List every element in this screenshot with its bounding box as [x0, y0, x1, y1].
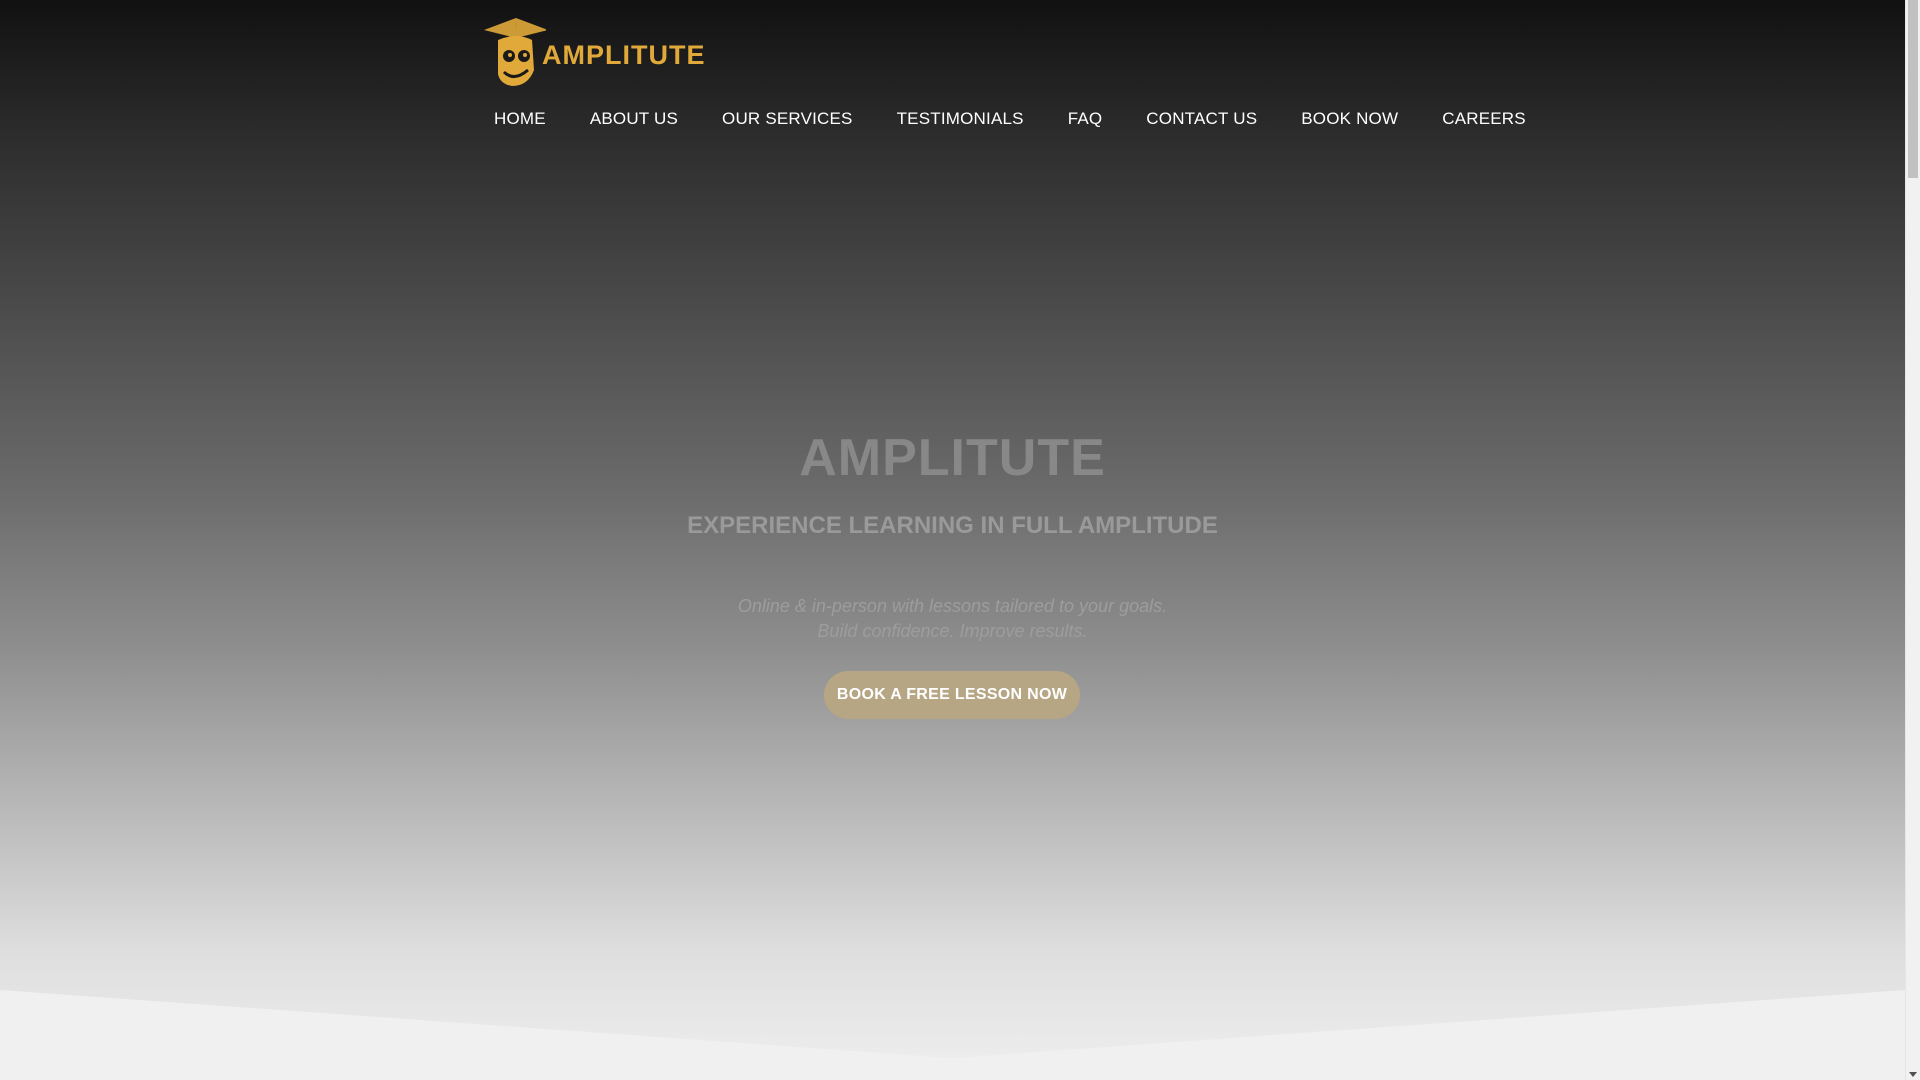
hero-bottom-wave [0, 990, 1905, 1080]
nav-item-contact-us[interactable]: CONTACT US [1124, 109, 1279, 129]
nav-item-about-us[interactable]: ABOUT US [568, 109, 700, 129]
owl-graduation-cap-icon [484, 18, 546, 86]
nav-item-faq[interactable]: FAQ [1046, 109, 1125, 129]
hero-description: Online & in-person with lessons tailored… [0, 594, 1905, 644]
book-free-lesson-button[interactable]: BOOK A FREE LESSON NOW [824, 671, 1080, 719]
nav-item-home[interactable]: HOME [472, 109, 568, 129]
main-navigation: HOME ABOUT US OUR SERVICES TESTIMONIALS … [472, 104, 1548, 134]
scroll-down-arrow-icon[interactable] [1909, 1072, 1917, 1077]
hero-subtitle: EXPERIENCE LEARNING IN FULL AMPLITUDE [687, 512, 1218, 539]
hero-description-line-1: Online & in-person with lessons tailored… [737, 596, 1168, 616]
page-scrollbar[interactable] [1905, 0, 1920, 1080]
nav-item-testimonials[interactable]: TESTIMONIALS [875, 109, 1046, 129]
hero-description-line-2: Build confidence. Improve results. [817, 621, 1088, 641]
nav-item-book-now[interactable]: BOOK NOW [1279, 109, 1420, 129]
hero-section [0, 0, 1905, 1080]
nav-item-careers[interactable]: CAREERS [1420, 109, 1548, 129]
hero-title: AMPLITUTE [799, 429, 1106, 487]
nav-item-our-services[interactable]: OUR SERVICES [700, 109, 875, 129]
scrollbar-thumb[interactable] [1908, 0, 1918, 178]
logo-wordmark: AMPLITUTE [542, 40, 706, 70]
site-logo[interactable]: AMPLITUTE [482, 16, 705, 88]
